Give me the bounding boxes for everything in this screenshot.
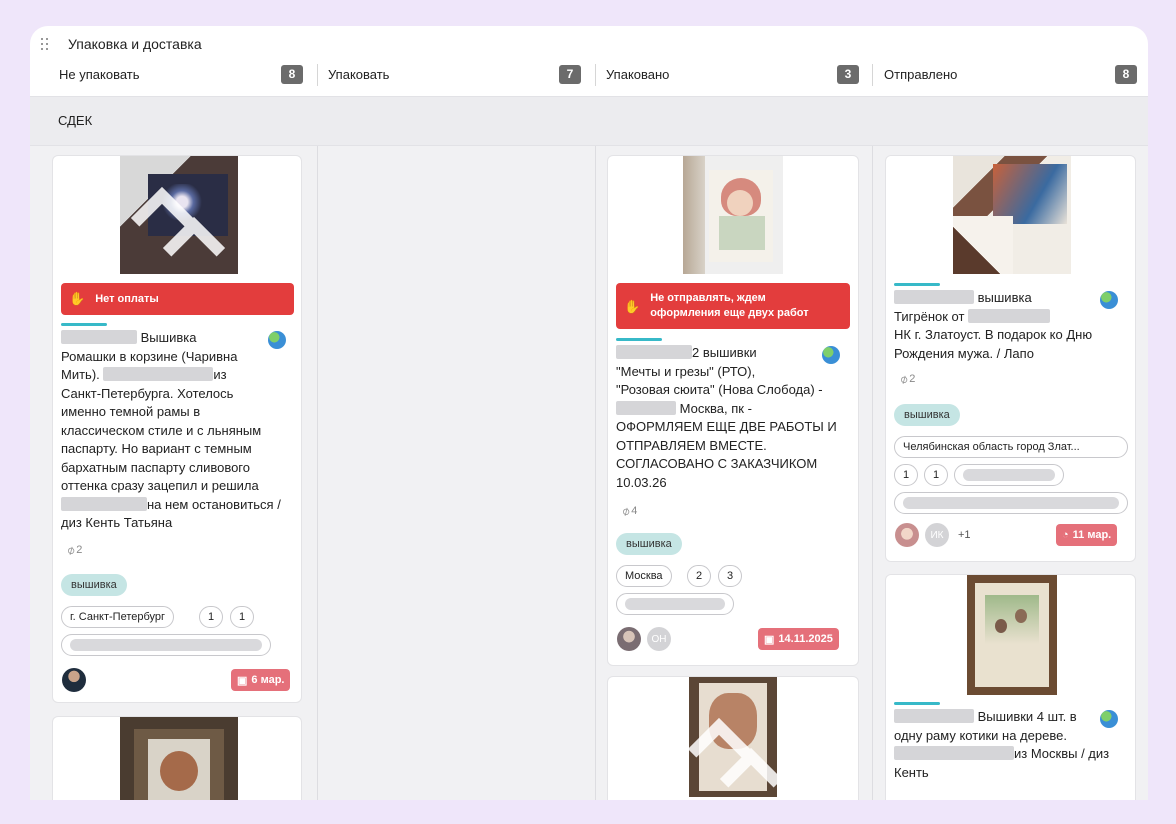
field-chip[interactable]: 3	[718, 565, 742, 587]
column-title: Не упаковать	[59, 66, 140, 82]
column-title: Упаковать	[328, 66, 390, 82]
field-chip-city[interactable]: Москва	[616, 565, 672, 587]
attachments-count: ⌀ 4	[618, 503, 638, 519]
card-thumbnail	[683, 156, 783, 274]
user-avatar[interactable]: ОН	[647, 627, 671, 651]
accent-line	[61, 323, 107, 326]
swimlane-header[interactable]: СДЕК	[30, 96, 1148, 146]
accent-line	[894, 283, 940, 286]
field-chip[interactable]: 2	[687, 565, 711, 587]
task-card[interactable]	[607, 676, 859, 800]
column-divider	[317, 64, 318, 86]
board-title: Упаковка и доставка	[68, 36, 202, 52]
card-description: Вышивки 4 шт. в одну раму котики на дере…	[894, 709, 1110, 780]
calendar-icon: ▣	[764, 633, 775, 646]
column-header-packed[interactable]: Упаковано 3	[606, 62, 859, 86]
field-chip-hidden[interactable]	[616, 593, 734, 615]
field-chip[interactable]: 1	[894, 464, 918, 486]
stop-hand-icon: ✋	[624, 298, 641, 314]
user-avatar[interactable]	[895, 523, 919, 547]
kanban-board: Упаковка и доставка Не упаковать 8 Упако…	[30, 26, 1148, 800]
card-thumbnail	[967, 575, 1057, 695]
tag-label[interactable]: вышивка	[894, 404, 960, 426]
column-header-pack[interactable]: Упаковать 7	[328, 62, 581, 86]
more-assignees[interactable]: +1	[958, 529, 971, 541]
due-date-badge: ▣ 14.11.2025	[758, 628, 839, 650]
accent-line	[894, 702, 940, 705]
field-chip[interactable]: 1	[924, 464, 948, 486]
task-card[interactable]: ✋ Нет оплаты Вышивка Ромашки в корзине (…	[52, 155, 302, 703]
column-count-badge: 8	[281, 64, 303, 84]
user-avatar[interactable]	[62, 668, 86, 692]
field-chip[interactable]: 1	[199, 606, 223, 628]
card-description: Вышивка Ромашки в корзине (Чаривна Мить)…	[61, 330, 281, 530]
task-card[interactable]: вышивка Тигрёнок от НК г. Златоуст. В по…	[885, 155, 1136, 562]
board-header: Упаковка и доставка Не упаковать 8 Упако…	[30, 26, 1148, 96]
alert-banner: ✋ Нет оплаты	[61, 283, 294, 315]
attachments-count: ⌀ 2	[63, 542, 83, 558]
field-chip-city[interactable]: г. Санкт-Петербург	[61, 606, 175, 628]
column-header-not-pack[interactable]: Не упаковать 8	[59, 62, 303, 86]
alert-text: Нет оплаты	[95, 293, 159, 305]
card-description: 2 вышивки "Мечты и грезы" (РТО), "Розова…	[616, 345, 837, 490]
column-count-badge: 8	[1115, 64, 1137, 84]
task-card[interactable]	[52, 716, 302, 800]
swimlane-label: СДЕК	[58, 113, 93, 128]
column-header-sent[interactable]: Отправлено 8	[884, 62, 1137, 86]
lane-divider	[872, 146, 873, 800]
column-divider	[872, 64, 873, 86]
field-chip-hidden[interactable]	[61, 634, 271, 656]
lane-divider	[317, 146, 318, 800]
calendar-icon: ▣	[237, 674, 248, 687]
field-chip-region[interactable]: Челябинская область город Злат...	[894, 436, 1128, 458]
card-thumbnail	[120, 156, 238, 274]
accent-line	[616, 338, 662, 341]
column-count-badge: 3	[837, 64, 859, 84]
alert-banner: ✋ Не отправлять, ждем оформления еще дву…	[616, 283, 850, 329]
due-date-badge: ◔ 11 мар.	[1056, 524, 1118, 546]
field-chip-hidden[interactable]	[894, 492, 1128, 514]
card-thumbnail	[120, 717, 238, 800]
field-chip[interactable]: 1	[230, 606, 254, 628]
tag-label[interactable]: вышивка	[61, 574, 127, 596]
user-avatar[interactable]: ИК	[925, 523, 949, 547]
card-thumbnail	[953, 156, 1071, 274]
field-chip-hidden[interactable]	[954, 464, 1064, 486]
card-thumbnail	[689, 677, 777, 797]
lane-divider	[595, 146, 596, 800]
task-card[interactable]: Вышивки 4 шт. в одну раму котики на дере…	[885, 574, 1136, 800]
column-divider	[595, 64, 596, 86]
card-description: вышивка Тигрёнок от НК г. Златоуст. В по…	[894, 290, 1093, 361]
stop-hand-icon: ✋	[69, 291, 86, 306]
column-title: Отправлено	[884, 66, 958, 82]
tag-label[interactable]: вышивка	[616, 533, 682, 555]
drag-handle-icon[interactable]	[38, 36, 54, 52]
column-count-badge: 7	[559, 64, 581, 84]
board-title-row: Упаковка и доставка	[38, 34, 202, 54]
due-date-badge: ▣ 6 мар.	[231, 669, 291, 691]
task-card[interactable]: ✋ Не отправлять, ждем оформления еще дву…	[607, 155, 859, 666]
timer-icon: ◔	[1062, 529, 1069, 541]
user-avatar[interactable]	[617, 627, 641, 651]
column-title: Упаковано	[606, 66, 670, 82]
attachments-count: ⌀ 2	[896, 371, 916, 387]
